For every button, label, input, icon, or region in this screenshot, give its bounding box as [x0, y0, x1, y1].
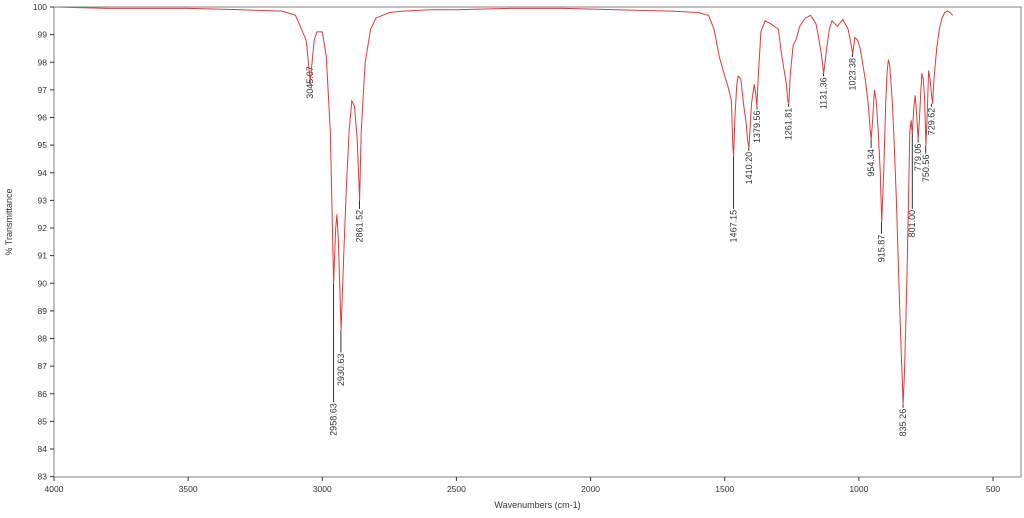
y-tick-label: 89: [38, 306, 48, 316]
peak-label: 1379.56: [752, 110, 762, 143]
peak-label: 729.62: [926, 108, 936, 136]
y-tick-label: 100: [33, 2, 47, 12]
peak-label: 2861.52: [354, 210, 364, 243]
peak-label: 1131.36: [819, 77, 829, 109]
peak-label: 1261.81: [784, 108, 794, 141]
chart-background: [0, 0, 1024, 518]
y-tick-label: 96: [38, 113, 48, 123]
y-tick-label: 92: [38, 223, 48, 233]
x-tick-label: 1000: [849, 484, 868, 494]
y-tick-label: 83: [38, 472, 48, 482]
x-tick-label: 1500: [715, 484, 734, 494]
y-tick-label: 87: [38, 361, 48, 371]
y-tick-label: 98: [38, 57, 48, 67]
peak-label: 954.34: [866, 149, 876, 177]
y-tick-label: 93: [38, 195, 48, 205]
peak-label: 1023.38: [848, 58, 858, 91]
x-tick-label: 500: [986, 484, 1000, 494]
peak-label: 750.56: [921, 155, 931, 183]
y-tick-label: 90: [38, 278, 48, 288]
x-axis-title: Wavenumbers (cm-1): [494, 500, 580, 510]
peak-label: 2958.63: [328, 403, 338, 436]
x-tick-label: 3500: [179, 484, 198, 494]
y-tick-label: 91: [38, 251, 48, 261]
x-tick-label: 2000: [581, 484, 600, 494]
x-tick-label: 3000: [313, 484, 332, 494]
ir-spectrum-chart: 3045.07 2958.63 2930.63 2861.52 1467.15 1410.…: [0, 0, 1024, 518]
y-tick-label: 85: [38, 416, 48, 426]
y-tick-label: 95: [38, 140, 48, 150]
peak-label: 835.26: [898, 409, 908, 437]
y-tick-label: 84: [38, 444, 48, 454]
x-tick-label: 4000: [45, 484, 64, 494]
peak-label: 801.00: [907, 210, 917, 238]
peak-label: 3045.07: [305, 66, 315, 99]
peak-label: 2930.63: [336, 354, 346, 387]
peak-label: 1410.20: [744, 152, 754, 185]
y-tick-label: 97: [38, 85, 48, 95]
y-tick-label: 86: [38, 389, 48, 399]
y-axis-title: % Transmittance: [4, 188, 14, 255]
x-tick-label: 2500: [447, 484, 466, 494]
y-tick-label: 94: [38, 168, 48, 178]
y-tick-label: 88: [38, 334, 48, 344]
y-tick-label: 99: [38, 30, 48, 40]
peak-label: 1467.15: [729, 210, 739, 243]
peak-label: 915.87: [876, 235, 886, 263]
